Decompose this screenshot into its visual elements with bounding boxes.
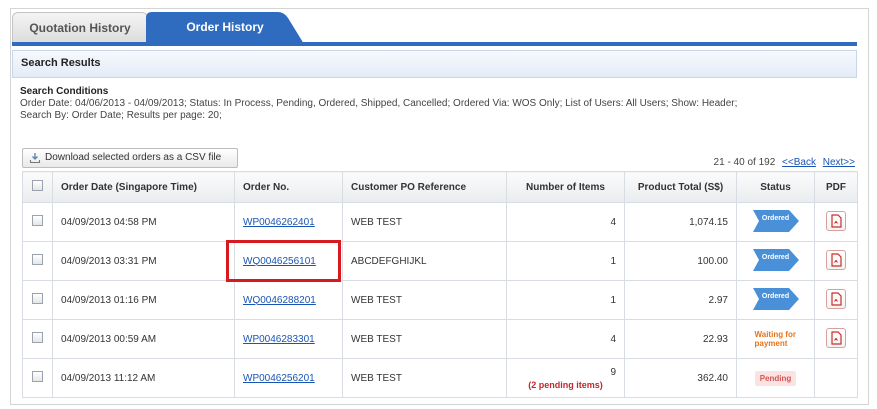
row-select-cell xyxy=(22,280,53,320)
order-number-link[interactable]: WP0046283301 xyxy=(243,334,315,345)
status-cell: Ordered xyxy=(736,280,815,320)
pdf-icon[interactable] xyxy=(826,328,846,348)
order-date: 04/09/2013 00:59 AM xyxy=(52,319,235,359)
po-reference: WEB TEST xyxy=(342,280,507,320)
pagination: 21 - 40 of 192 <<Back Next>> xyxy=(714,157,855,168)
search-conditions-line1: Order Date: 04/06/2013 - 04/09/2013; Sta… xyxy=(20,98,738,109)
status-ordered-badge: Ordered xyxy=(752,287,799,310)
order-number-link[interactable]: WQ0046288201 xyxy=(243,295,316,306)
status-cell: Ordered xyxy=(736,202,815,242)
search-conditions-line2: Search By: Order Date; Results per page:… xyxy=(20,110,222,121)
status-waiting-badge: Waiting for payment xyxy=(754,329,796,348)
col-number-of-items: Number of Items xyxy=(506,171,625,203)
table-row: 04/09/2013 01:16 PM WQ0046288201 WEB TES… xyxy=(22,280,858,320)
product-total: 100.00 xyxy=(624,241,737,281)
product-total: 362.40 xyxy=(624,358,737,398)
po-reference: ABCDEFGHIJKL xyxy=(342,241,507,281)
tab-underline xyxy=(12,42,857,46)
pagination-back-link[interactable]: <<Back xyxy=(782,157,816,168)
status-cell: Waiting for payment xyxy=(736,319,815,359)
table-row: 04/09/2013 11:12 AM WP0046256201 WEB TES… xyxy=(22,358,858,398)
col-po-reference: Customer PO Reference xyxy=(342,171,507,203)
pdf-cell xyxy=(814,319,858,359)
po-reference: WEB TEST xyxy=(342,319,507,359)
status-ordered-badge: Ordered xyxy=(752,248,799,271)
pagination-range: 21 - 40 of 192 xyxy=(713,157,776,168)
pdf-cell xyxy=(814,202,858,242)
download-icon xyxy=(29,153,41,164)
row-checkbox[interactable] xyxy=(32,293,43,304)
order-number-link[interactable]: WP0046256201 xyxy=(243,373,315,384)
status-pending-badge: Pending xyxy=(754,370,797,386)
tab-quotation-history-label: Quotation History xyxy=(29,21,131,35)
order-date: 04/09/2013 11:12 AM xyxy=(52,358,235,398)
download-csv-label: Download selected orders as a CSV file xyxy=(45,152,222,163)
search-results-header: Search Results xyxy=(12,50,857,78)
number-of-items: 4 xyxy=(506,319,625,359)
col-status: Status xyxy=(736,171,815,203)
number-of-items: 9 (2 pending items) xyxy=(506,358,625,398)
table-header-row: Order Date (Singapore Time) Order No. Cu… xyxy=(22,171,858,203)
orders-table: Order Date (Singapore Time) Order No. Cu… xyxy=(22,171,858,398)
col-product-total: Product Total (S$) xyxy=(624,171,737,203)
tab-order-history-label: Order History xyxy=(186,20,264,34)
search-conditions-title: Search Conditions xyxy=(20,86,109,97)
row-select-cell xyxy=(22,319,53,359)
select-all-cell xyxy=(22,171,53,203)
pdf-icon[interactable] xyxy=(826,289,846,309)
product-total: 2.97 xyxy=(624,280,737,320)
select-all-checkbox[interactable] xyxy=(32,180,43,191)
search-conditions: Search Conditions Order Date: 04/06/2013… xyxy=(20,86,850,122)
order-date: 04/09/2013 04:58 PM xyxy=(52,202,235,242)
tab-order-history[interactable]: Order History xyxy=(146,12,304,44)
row-select-cell xyxy=(22,202,53,242)
pdf-icon[interactable] xyxy=(826,250,846,270)
number-of-items: 4 xyxy=(506,202,625,242)
order-number-link[interactable]: WP0046262401 xyxy=(243,217,315,228)
number-of-items: 1 xyxy=(506,280,625,320)
status-cell: Ordered xyxy=(736,241,815,281)
row-checkbox[interactable] xyxy=(32,254,43,265)
row-select-cell xyxy=(22,358,53,398)
product-total: 1,074.15 xyxy=(624,202,737,242)
search-results-title: Search Results xyxy=(21,57,101,69)
row-checkbox[interactable] xyxy=(32,215,43,226)
pagination-next-link[interactable]: Next>> xyxy=(823,157,855,168)
table-row: 04/09/2013 04:58 PM WP0046262401 WEB TES… xyxy=(22,202,858,242)
order-number-link[interactable]: WQ0046256101 xyxy=(243,256,316,267)
tab-quotation-history[interactable]: Quotation History xyxy=(12,12,148,43)
product-total: 22.93 xyxy=(624,319,737,359)
pending-items-note: (2 pending items) xyxy=(528,379,603,390)
po-reference: WEB TEST xyxy=(342,202,507,242)
row-select-cell xyxy=(22,241,53,281)
row-checkbox[interactable] xyxy=(32,371,43,382)
number-of-items: 1 xyxy=(506,241,625,281)
col-pdf: PDF xyxy=(814,171,858,203)
status-cell: Pending xyxy=(736,358,815,398)
order-date: 04/09/2013 01:16 PM xyxy=(52,280,235,320)
table-row: 04/09/2013 00:59 AM WP0046283301 WEB TES… xyxy=(22,319,858,359)
col-order-no: Order No. xyxy=(234,171,343,203)
row-checkbox[interactable] xyxy=(32,332,43,343)
pdf-cell xyxy=(814,280,858,320)
col-order-date: Order Date (Singapore Time) xyxy=(52,171,235,203)
pdf-cell xyxy=(814,358,858,398)
table-row: 04/09/2013 03:31 PM WQ0046256101 ABCDEFG… xyxy=(22,241,858,281)
pdf-cell xyxy=(814,241,858,281)
status-ordered-badge: Ordered xyxy=(752,209,799,232)
order-date: 04/09/2013 03:31 PM xyxy=(52,241,235,281)
pdf-icon[interactable] xyxy=(826,211,846,231)
po-reference: WEB TEST xyxy=(342,358,507,398)
download-csv-button[interactable]: Download selected orders as a CSV file xyxy=(22,148,238,168)
